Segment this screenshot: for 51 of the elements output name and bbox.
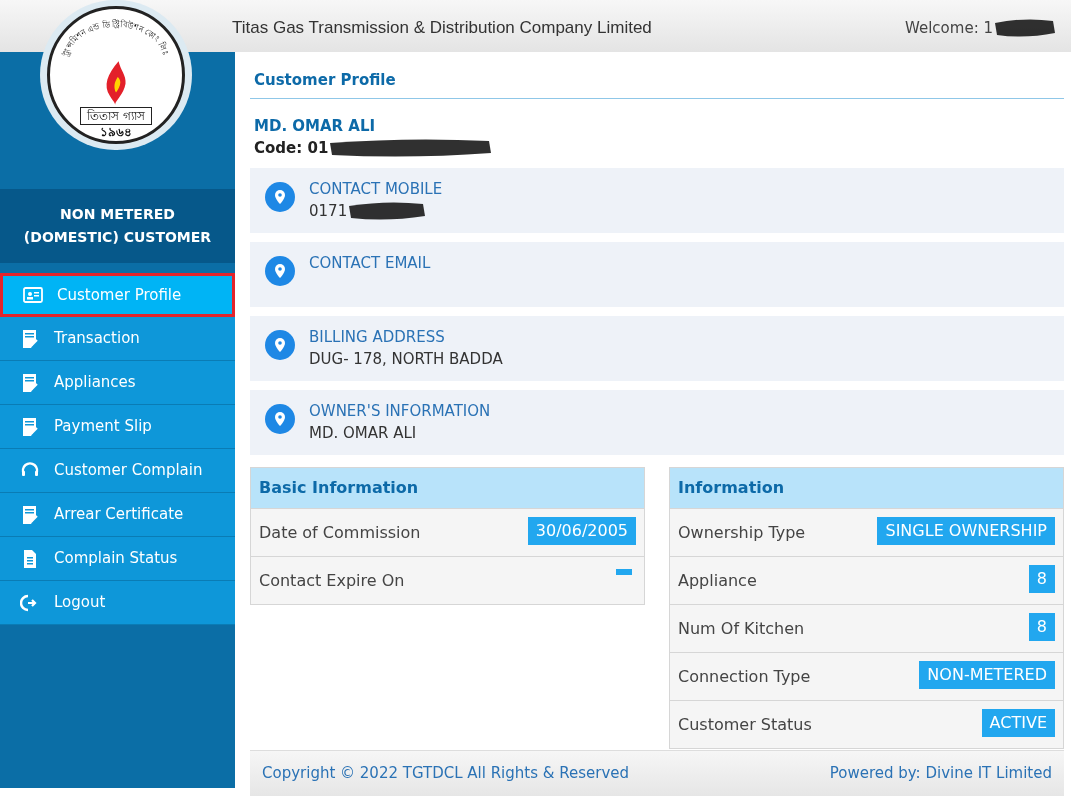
row-label: Num Of Kitchen — [678, 617, 805, 640]
nav-item[interactable]: Payment Slip — [0, 405, 235, 449]
nav-item[interactable]: Logout — [0, 581, 235, 625]
redaction-mark — [993, 17, 1057, 40]
value-badge: ACTIVE — [981, 708, 1055, 737]
location-pin-icon — [265, 255, 295, 286]
nav-item[interactable]: Arrear Certificate — [0, 493, 235, 537]
panel-title: Information — [670, 467, 1063, 508]
card-title: BILLING ADDRESS — [309, 326, 446, 348]
logo-year: ১৯৬৪ — [100, 125, 132, 140]
location-pin-icon — [265, 181, 295, 212]
nav-item[interactable]: Appliances — [0, 361, 235, 405]
card-title: CONTACT MOBILE — [309, 178, 443, 200]
id-card-icon — [23, 285, 43, 305]
welcome-text: Welcome: 1 — [905, 18, 993, 39]
card-title: CONTACT EMAIL — [309, 252, 431, 274]
row-label: Customer Status — [678, 713, 812, 736]
section-heading: Customer Profile — [250, 52, 1064, 99]
nav-item[interactable]: Customer Profile — [0, 273, 235, 317]
value-badge: 8 — [1028, 564, 1055, 593]
checklist-icon — [20, 504, 40, 525]
location-pin-icon — [265, 403, 295, 434]
customer-name: MD. OMAR ALI — [253, 115, 377, 137]
row-label: Ownership Type — [678, 521, 806, 544]
row-label: Contact Expire On — [259, 569, 405, 592]
card-title: OWNER'S INFORMATION — [309, 400, 491, 422]
row-label: Connection Type — [678, 665, 811, 688]
row-label: Appliance — [678, 569, 757, 592]
value-badge: SINGLE OWNERSHIP — [877, 516, 1055, 545]
row-label: Date of Commission — [259, 521, 421, 544]
panel-title: Basic Information — [251, 467, 644, 508]
nav-item[interactable]: Complain Status — [0, 537, 235, 581]
powered-by-text: Powered by: Divine IT Limited — [829, 763, 1052, 785]
card-value: DUG- 178, NORTH BADDA — [309, 349, 503, 370]
location-pin-icon — [265, 329, 295, 360]
value-badge: NON-METERED — [919, 660, 1055, 689]
sidebar-title: NON METERED (DOMESTIC) CUSTOMER — [0, 189, 235, 263]
logo-name: তিতাস গ্যাস — [80, 107, 152, 125]
checklist-icon — [20, 372, 40, 393]
nav-item[interactable]: Customer Complain — [0, 449, 235, 493]
card-value: MD. OMAR ALI — [309, 423, 417, 444]
checklist-icon — [20, 328, 40, 349]
copyright-text: Copyright © 2022 TGTDCL All Rights & Reserved — [262, 763, 630, 785]
checklist-icon — [20, 416, 40, 437]
nav-item[interactable]: Transaction — [0, 317, 235, 361]
company-name: Titas Gas Transmission & Distribution Company Limited — [232, 17, 652, 39]
empty-badge — [616, 568, 632, 575]
value-badge: 30/06/2005 — [527, 516, 636, 545]
card-value: 0171 — [309, 201, 348, 222]
value-badge: 8 — [1028, 612, 1055, 641]
customer-code: Code: 01 — [254, 138, 329, 159]
